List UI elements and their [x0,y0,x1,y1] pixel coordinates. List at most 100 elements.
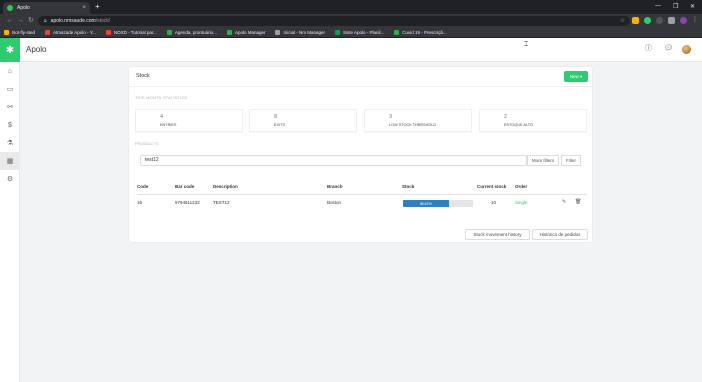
flask-icon: ⚗ [6,140,14,147]
sidebar-item-calendar[interactable]: ▭ [0,80,20,98]
browser-toolbar: ← → ↻ 🔒︎ apolo.nmsaude.com/stock/ ☆ [0,14,702,28]
bookmark-label: Atmazade Apolo - Y... [53,30,96,35]
column-header-barcode[interactable]: Bar code [175,184,194,189]
stock-progress-bar: 98.67% [403,200,473,207]
bookmark-favicon-icon [226,30,232,35]
extension-icon[interactable] [656,17,663,24]
new-dropdown-button[interactable]: New ▾ [564,71,588,82]
sidebar-item-finance[interactable]: $ [0,116,20,134]
home-icon: ⌂ [7,67,13,75]
table-header-divider [137,194,587,195]
bookmark-item[interactable]: Atmazade Apolo - Y... [45,30,96,35]
order-history-button[interactable]: Histórico de pedidos [532,229,588,240]
chat-icon[interactable]: 💬︎ [664,45,673,53]
browser-menu-icon[interactable]: ⋮ [692,17,698,24]
cell-branch: Boston [327,200,342,205]
bookmark-item[interactable]: Not-fly-sted [4,30,35,35]
sidebar-item-home[interactable]: ⌂ [0,62,20,80]
table-icon: ▦ [6,158,14,165]
lock-icon: 🔒︎ [44,18,47,24]
stock-card: Stock New ▾ THIS MONTH STATISTICS 4 ENTR… [128,66,593,243]
stock-movement-history-button[interactable]: Stock movement history [465,229,530,240]
new-tab-button[interactable]: + [95,3,100,11]
column-header-branch[interactable]: Branch [327,184,343,189]
app-header: ✱ Apolo ⓘ 💬︎ [0,38,702,62]
bookmark-item[interactable]: NOXD - Tutorial par... [105,30,157,35]
extensions-puzzle-icon[interactable] [668,17,675,24]
bookmark-label: Apolo Manager [234,30,266,35]
column-header-current-stock[interactable]: Current stock [477,184,506,189]
tab-title: Apolo [17,5,30,11]
dollar-icon: $ [8,121,12,129]
sidebar-item-settings[interactable]: ⚙ [0,170,20,188]
tab-close-icon[interactable]: × [82,5,86,11]
statistics-label: THIS MONTH STATISTICS [135,96,188,100]
column-header-stock[interactable]: Stock [402,184,414,189]
cell-order: Single [515,200,528,205]
profile-icon[interactable] [680,17,687,24]
url-host: apolo.nmsaude.com [50,18,96,24]
stat-label: EXITS [274,123,285,127]
page-title: Stock [136,73,150,79]
cell-current-stock: 10 [491,200,497,205]
stat-label: ENTRIES [160,123,177,127]
bookmark-label: Covid 19 - Prescriçã... [402,30,447,35]
bookmark-item[interactable]: Inicial - Nm Manager [275,30,325,35]
address-bar[interactable]: 🔒︎ apolo.nmsaude.com/stock/ ☆ [38,16,630,26]
bookmark-label: NOXD - Tutorial par... [113,30,157,35]
edit-pencil-icon[interactable]: ✎ [562,199,566,205]
bookmark-favicon-icon [105,30,111,35]
cell-barcode: 9794611232 [175,200,200,205]
stock-progress-fill: 98.67% [403,200,449,207]
divider [129,86,592,87]
stat-value: 8 [274,114,278,120]
stat-label: ESTOQUE ALTO [504,123,533,127]
stat-value: 4 [160,114,164,120]
bookmark-item[interactable]: Apolo Manager [226,30,266,35]
bookmark-favicon-icon [334,30,340,35]
bookmark-label: Agenda, prontuário... [174,30,217,35]
bookmark-label: Not-fly-sted [12,30,36,35]
bookmark-favicon-icon [45,30,51,35]
extension-icon[interactable] [632,17,639,24]
window-close-icon[interactable]: ✕ [690,3,695,10]
bookmark-star-icon[interactable]: ☆ [620,17,625,24]
delete-trash-icon[interactable]: 🗑︎ [575,199,581,205]
bookmark-favicon-icon [166,30,172,35]
bookmark-favicon-icon [4,30,9,35]
sidebar-item-hierarchy[interactable]: ⚯ [0,98,20,116]
reload-icon[interactable]: ↻ [28,17,34,25]
user-avatar[interactable] [682,45,691,54]
product-search-input[interactable]: test12 [140,155,527,166]
gear-icon: ⚙ [6,176,14,183]
sidebar: ⌂ ▭ ⚯ $ ⚗ ▦ ⚙ [0,62,20,382]
filter-button[interactable]: Filter [561,155,581,166]
stat-value: 2 [504,114,508,120]
bookmark-item[interactable]: Siste Apolo - Planil... [334,30,385,35]
stat-entries[interactable]: 4 ENTRIES [135,109,243,132]
app-logo-icon[interactable]: ✱ [0,38,20,62]
more-filters-button[interactable]: More filters [527,155,559,166]
minimize-icon[interactable]: — [655,3,661,9]
column-header-code[interactable]: Code [137,184,148,189]
column-header-order[interactable]: Order [515,184,527,189]
browser-tab[interactable]: Apolo × [3,2,90,14]
hierarchy-icon: ⚯ [7,104,13,111]
url-path: /stock/ [95,18,111,24]
bookmark-item[interactable]: Agenda, prontuário... [166,30,217,35]
back-icon[interactable]: ← [6,17,13,25]
bookmark-label: Siste Apolo - Planil... [342,30,385,35]
forward-icon[interactable]: → [17,17,24,25]
stat-exits[interactable]: 8 EXITS [249,109,357,132]
sidebar-item-lab[interactable]: ⚗ [0,134,20,152]
bookmark-item[interactable]: Covid 19 - Prescriçã... [394,30,447,35]
bookmark-label: Inicial - Nm Manager [283,30,325,35]
calendar-icon: ▭ [6,86,14,93]
sidebar-item-stock[interactable]: ▦ [0,152,20,170]
column-header-description[interactable]: Description [213,184,238,189]
maximize-icon[interactable]: ❐ [673,3,678,10]
extension-icon[interactable] [644,17,651,24]
stat-low-stock[interactable]: 3 LOW STOCK THRESHOLD [364,109,472,132]
help-icon[interactable]: ⓘ [645,45,652,53]
stat-high-stock[interactable]: 2 ESTOQUE ALTO [479,109,587,132]
